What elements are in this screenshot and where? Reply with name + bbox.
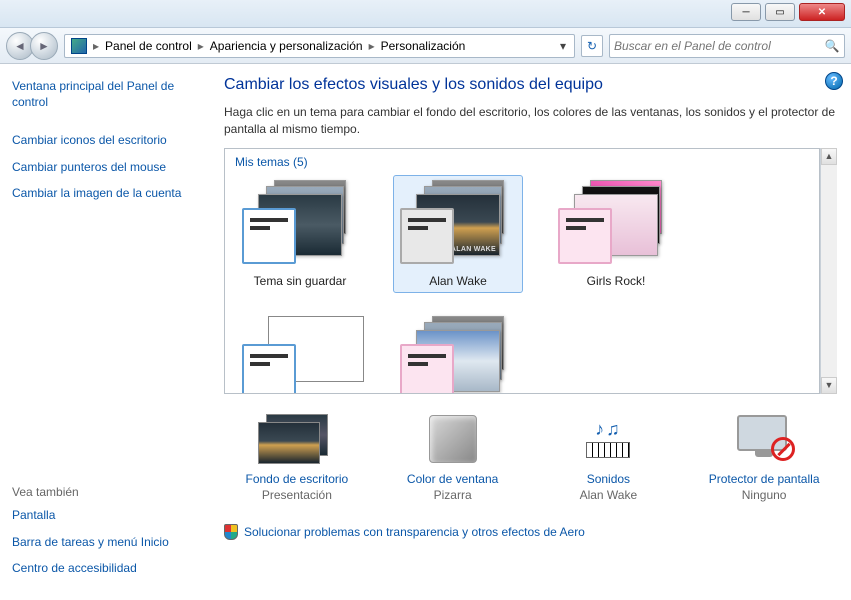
chevron-right-icon[interactable]: ▸ <box>91 39 101 53</box>
desktop-background-link[interactable]: Fondo de escritorio Presentación <box>227 410 367 502</box>
scroll-down-button[interactable]: ▼ <box>821 377 837 394</box>
page-description: Haga clic en un tema para cambiar el fon… <box>224 104 837 138</box>
theme-thumbnail <box>240 316 360 394</box>
theme-caption: Tema sin guardar <box>240 274 360 288</box>
scrollbar[interactable]: ▲ ▼ <box>820 148 837 394</box>
breadcrumb-dropdown[interactable]: ▾ <box>554 39 572 53</box>
theme-thumbnail <box>398 180 518 268</box>
control-panel-icon <box>71 38 87 54</box>
breadcrumb-control-panel[interactable]: Panel de control <box>101 39 196 53</box>
theme-item-girls-rock[interactable]: Girls Rock! <box>551 175 681 293</box>
screen-saver-link[interactable]: Protector de pantalla Ninguno <box>694 410 834 502</box>
theme-item-mio[interactable]: Mio <box>235 311 365 394</box>
cell-label: Protector de pantalla <box>694 472 834 486</box>
cell-label: Sonidos <box>538 472 678 486</box>
sidebar-link-desktop-icons[interactable]: Cambiar iconos del escritorio <box>12 132 198 148</box>
aero-troubleshoot-link[interactable]: Solucionar problemas con transparencia y… <box>244 525 585 539</box>
sidebar-link-main-window[interactable]: Ventana principal del Panel de control <box>12 78 198 110</box>
cell-value: Ninguno <box>694 488 834 502</box>
theme-item-unsaved[interactable]: Tema sin guardar <box>235 175 365 293</box>
close-button[interactable]: ✕ <box>799 3 845 21</box>
scroll-track[interactable] <box>821 165 837 377</box>
aero-troubleshoot-row: Solucionar problemas con transparencia y… <box>224 524 837 540</box>
shield-icon <box>224 524 238 540</box>
sounds-link[interactable]: ♪♫ Sonidos Alan Wake <box>538 410 678 502</box>
breadcrumb[interactable]: ▸ Panel de control ▸ Apariencia y person… <box>64 34 575 58</box>
breadcrumb-personalization[interactable]: Personalización <box>377 39 470 53</box>
sounds-icon: ♪♫ <box>538 410 678 468</box>
window-color-link[interactable]: Color de ventana Pizarra <box>383 410 523 502</box>
cell-value: Pizarra <box>383 488 523 502</box>
cell-value: Alan Wake <box>538 488 678 502</box>
sidebar: Ventana principal del Panel de control C… <box>0 64 210 600</box>
theme-caption: Girls Rock! <box>556 274 676 288</box>
theme-caption: Alan Wake <box>398 274 518 288</box>
sidebar-link-account-picture[interactable]: Cambiar la imagen de la cuenta <box>12 185 198 201</box>
sidebar-link-display[interactable]: Pantalla <box>12 507 198 523</box>
chevron-right-icon[interactable]: ▸ <box>196 39 206 53</box>
sidebar-link-ease-of-access[interactable]: Centro de accesibilidad <box>12 560 198 576</box>
scroll-up-button[interactable]: ▲ <box>821 148 837 165</box>
window-titlebar: ─ ▭ ✕ <box>0 0 851 28</box>
themes-pane: Mis temas (5) Tema sin guardar <box>224 148 820 394</box>
chevron-right-icon[interactable]: ▸ <box>367 39 377 53</box>
toolbar: ◄ ► ▸ Panel de control ▸ Apariencia y pe… <box>0 28 851 64</box>
refresh-button[interactable]: ↻ <box>581 35 603 57</box>
breadcrumb-appearance[interactable]: Apariencia y personalización <box>206 39 367 53</box>
cell-label: Color de ventana <box>383 472 523 486</box>
search-input[interactable] <box>614 39 824 53</box>
theme-thumbnail <box>556 180 676 268</box>
search-icon[interactable]: 🔍 <box>824 38 840 54</box>
screen-saver-icon <box>694 410 834 468</box>
theme-thumbnail <box>240 180 360 268</box>
maximize-button[interactable]: ▭ <box>765 3 795 21</box>
theme-thumbnail <box>398 316 518 394</box>
sidebar-link-taskbar[interactable]: Barra de tareas y menú Inicio <box>12 534 198 550</box>
minimize-button[interactable]: ─ <box>731 3 761 21</box>
cell-label: Fondo de escritorio <box>227 472 367 486</box>
see-also-heading: Vea también <box>12 485 198 499</box>
help-icon[interactable]: ? <box>825 72 843 90</box>
sidebar-link-mouse-pointers[interactable]: Cambiar punteros del mouse <box>12 159 198 175</box>
theme-item-perfect-winter[interactable]: Perfect_Winter_Lands <box>393 311 523 394</box>
window-color-icon <box>383 410 523 468</box>
cell-value: Presentación <box>227 488 367 502</box>
theme-group-label: Mis temas (5) <box>235 155 809 169</box>
theme-item-alan-wake[interactable]: Alan Wake <box>393 175 523 293</box>
page-title: Cambiar los efectos visuales y los sonid… <box>224 76 837 94</box>
desktop-background-icon <box>227 410 367 468</box>
forward-button[interactable]: ► <box>30 32 58 60</box>
content-area: ? Cambiar los efectos visuales y los son… <box>210 64 851 600</box>
search-box[interactable]: 🔍 <box>609 34 845 58</box>
